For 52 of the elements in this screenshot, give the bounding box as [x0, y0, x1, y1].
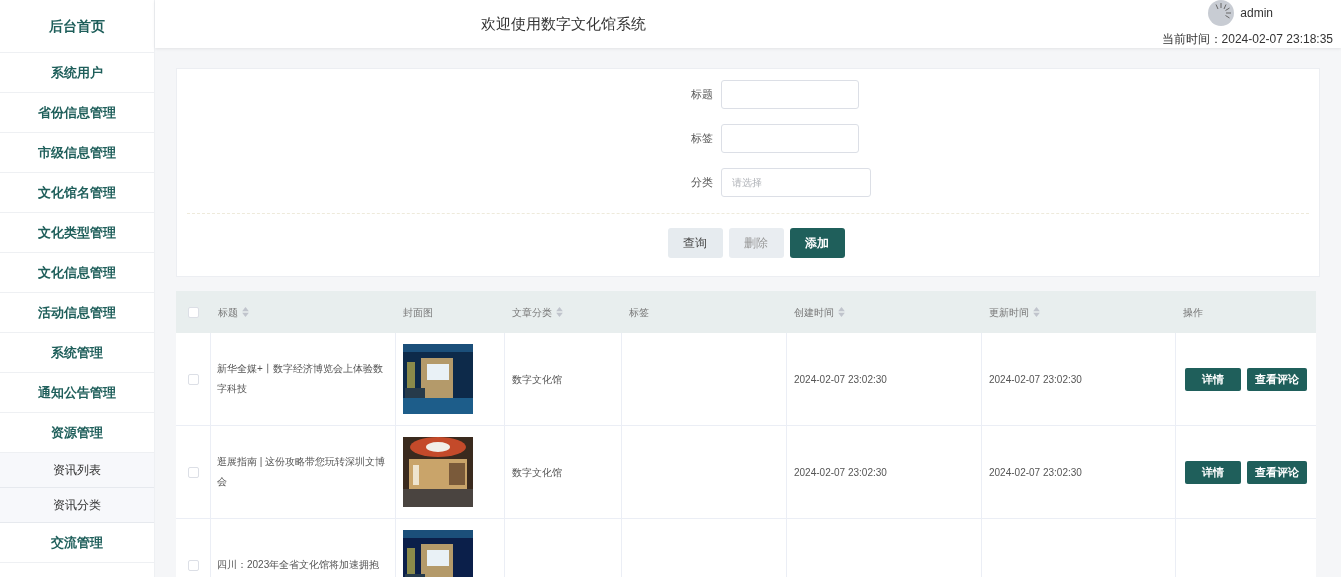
row-action-button[interactable]: 详情: [1185, 367, 1241, 391]
input-field[interactable]: [721, 124, 859, 153]
row-checkbox[interactable]: [188, 306, 199, 318]
sidebar-item[interactable]: 市级信息管理: [0, 133, 154, 173]
action-button[interactable]: 查询: [667, 228, 723, 258]
sort-icon[interactable]: [838, 307, 845, 317]
action-button[interactable]: 添加: [789, 228, 845, 258]
sidebar-item[interactable]: 文化类型管理: [0, 213, 154, 253]
table-cell-text: 2024-02-07 23:02:30: [989, 372, 1082, 387]
row-checkbox[interactable]: [187, 559, 199, 571]
sidebar-item[interactable]: 通知公告管理: [0, 373, 154, 413]
field-label: 标签: [690, 131, 713, 147]
row-checkbox[interactable]: [187, 373, 199, 385]
sidebar-item[interactable]: 文化馆名管理: [0, 173, 154, 213]
table-cell-text: 新华全媒+丨数字经济博览会上体验数字科技: [217, 362, 384, 396]
sidebar-item[interactable]: 活动信息管理: [0, 293, 154, 333]
table-cell-text: 数字文化馆: [512, 372, 562, 387]
sidebar-item[interactable]: 文化信息管理: [0, 253, 154, 293]
column-header: 标题: [218, 305, 238, 320]
table-cell-text: 2024-02-07 23:02:30: [794, 465, 887, 480]
row-checkbox[interactable]: [187, 466, 199, 478]
field-label: 分类: [690, 175, 713, 191]
column-header: 创建时间: [794, 305, 834, 320]
table-cell-text: 2024-02-07 23:02:30: [794, 372, 887, 387]
input-field[interactable]: [721, 80, 859, 109]
column-header: 更新时间: [989, 305, 1029, 320]
field-label: 标题: [690, 87, 713, 103]
column-header: 封面图: [403, 305, 433, 320]
sidebar-item[interactable]: 后台首页: [0, 0, 154, 53]
avatar-icon: [1208, 0, 1235, 26]
sidebar-item[interactable]: 系统管理: [0, 333, 154, 373]
row-action-button[interactable]: 查看评论: [1247, 367, 1307, 391]
row-action-button[interactable]: 查看评论: [1247, 460, 1307, 484]
current-time: 当前时间：2024-02-07 23:18:35: [1161, 31, 1333, 48]
page-title: 欢迎使用数字文化馆系统: [481, 13, 646, 34]
table-cell-text: 数字文化馆: [512, 465, 562, 480]
column-header: 操作: [1183, 305, 1203, 320]
table-cell-text: 2024-02-07 23:02:30: [989, 465, 1082, 480]
sort-icon[interactable]: [556, 307, 563, 317]
table-cell-text: 四川：2023年全省文化馆将加速拥抱: [217, 558, 380, 572]
sort-icon[interactable]: [1033, 307, 1040, 317]
sort-icon[interactable]: [242, 307, 249, 317]
sidebar-subitem[interactable]: 资讯列表: [0, 453, 154, 488]
sidebar-item[interactable]: 系统用户: [0, 53, 154, 93]
sidebar-subitem[interactable]: 资讯分类: [0, 488, 154, 523]
column-header: 文章分类: [512, 305, 552, 320]
sidebar-item[interactable]: 交流管理: [0, 523, 154, 563]
user-name: admin: [1240, 5, 1273, 22]
table-cell-text: 逛展指南 | 这份攻略带您玩转深圳文博会: [217, 455, 387, 489]
sidebar-item[interactable]: 省份信息管理: [0, 93, 154, 133]
row-action-button[interactable]: 详情: [1185, 460, 1241, 484]
column-header: 标签: [629, 305, 649, 320]
